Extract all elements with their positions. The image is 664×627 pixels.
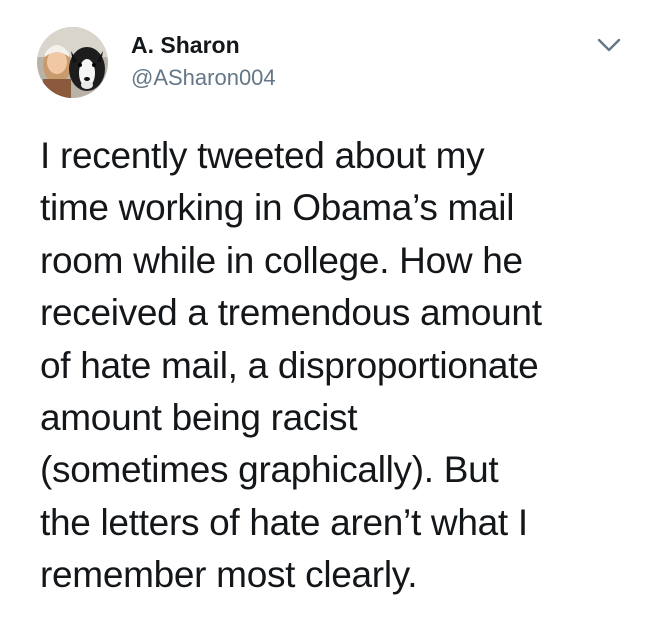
tweet-text-line: I recently tweeted about my <box>40 135 485 176</box>
chevron-down-icon <box>597 38 621 52</box>
tweet-text-line: time working in Obama’s mail <box>40 187 515 229</box>
author-avatar[interactable] <box>37 27 108 98</box>
tweet-text-line: amount being racist <box>40 396 358 438</box>
tweet-text-line: (sometimes graphically). But <box>40 449 499 491</box>
tweet-text-line: the letters of hate aren’t what I <box>40 501 528 543</box>
author-display-name[interactable]: A. Sharon <box>131 30 240 60</box>
tweet-text-line: of hate mail, a disproportionate <box>40 344 539 386</box>
tweet-text: I recently tweeted about my time working… <box>40 130 650 602</box>
tweet-text-line: received a tremendous amount <box>40 292 542 334</box>
avatar-photo-icon <box>37 27 108 98</box>
tweet-text-line: room while in college. How he <box>40 239 523 281</box>
tweet-text-line: remember most clearly. <box>40 554 418 596</box>
tweet-menu-button[interactable] <box>594 30 624 60</box>
author-handle[interactable]: @ASharon004 <box>131 63 276 93</box>
tweet-card: A. Sharon @ASharon004 I recently tweeted… <box>0 0 664 627</box>
